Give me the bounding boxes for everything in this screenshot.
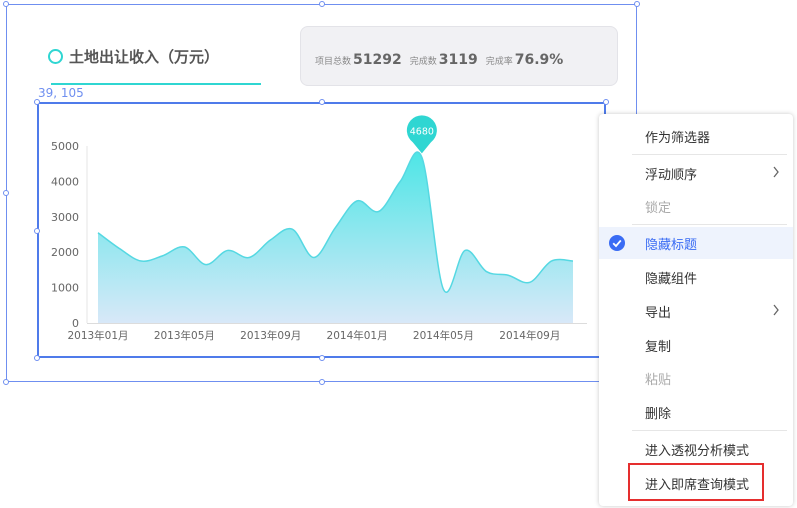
chart-handle-bottom-left[interactable] <box>34 355 40 361</box>
x-tick-label: 2013年09月 <box>240 329 301 342</box>
resize-handle-top[interactable] <box>319 1 325 7</box>
data-point[interactable] <box>571 259 575 263</box>
menu-item-copy[interactable]: 复制 <box>599 329 793 361</box>
data-point[interactable] <box>334 225 338 229</box>
data-point[interactable] <box>463 248 467 252</box>
data-point[interactable] <box>420 155 424 159</box>
stat-total-label: 项目总数 <box>315 57 352 67</box>
data-point[interactable] <box>269 238 273 242</box>
menu-label-hide-component: 隐藏组件 <box>645 272 698 287</box>
stats-line: 项目总数 51292 完成数 3119 完成率 76.9% <box>315 49 571 68</box>
data-point[interactable] <box>528 280 532 284</box>
menu-item-paste[interactable]: 粘贴 <box>599 362 793 394</box>
data-point[interactable] <box>290 227 294 231</box>
menu-item-hide-component[interactable]: 隐藏组件 <box>599 261 793 293</box>
y-tick-label: 5000 <box>51 140 79 153</box>
stat-done-label: 完成数 <box>409 57 437 67</box>
stat-done-value: 3119 <box>438 52 478 68</box>
menu-item-hide-title[interactable]: 隐藏标题 <box>599 227 793 259</box>
data-point[interactable] <box>441 287 445 291</box>
data-point[interactable] <box>506 273 510 277</box>
menu-item-pivot-analysis-mode[interactable]: 进入透视分析模式 <box>599 433 793 465</box>
menu-label-float-order: 浮动顺序 <box>645 168 698 183</box>
x-tick-label: 2014年09月 <box>499 329 560 342</box>
chevron-right-icon <box>773 304 779 316</box>
y-tick-label: 4000 <box>51 175 79 188</box>
y-tick-label: 0 <box>72 317 79 330</box>
y-tick-label: 2000 <box>51 246 79 259</box>
x-tick-label: 2013年01月 <box>67 329 128 342</box>
menu-divider <box>632 224 787 225</box>
menu-label-use-as-filter: 作为筛选器 <box>645 131 711 146</box>
menu-label-lock: 锁定 <box>645 201 672 216</box>
menu-label-export: 导出 <box>645 306 672 321</box>
menu-divider <box>632 154 787 155</box>
title-circle-icon <box>48 49 63 64</box>
data-point[interactable] <box>182 245 186 249</box>
menu-label-paste: 粘贴 <box>645 373 672 388</box>
resize-handle-top-left[interactable] <box>3 1 9 7</box>
menu-label-hide-title: 隐藏标题 <box>645 238 698 253</box>
resize-handle-left[interactable] <box>3 190 9 196</box>
data-point[interactable] <box>247 256 251 260</box>
stat-rate-value: 76.9% <box>514 52 564 68</box>
data-point[interactable] <box>204 263 208 267</box>
resize-handle-top-right[interactable] <box>634 1 640 7</box>
chart-handle-bottom[interactable] <box>319 355 325 361</box>
highlight-annotation-box <box>628 463 764 501</box>
peak-value-label: 4680 <box>410 126 434 137</box>
resize-handle-bottom[interactable] <box>319 379 325 385</box>
area-chart: 0 1000 2000 3000 4000 5000 2013年01月 2013年05月 20… <box>51 115 587 342</box>
x-tick-label: 2014年01月 <box>327 329 388 342</box>
data-point[interactable] <box>161 254 165 258</box>
context-menu: 作为筛选器 浮动顺序 锁定 隐藏标题 隐藏组件 导出 复制 粘贴 删除 进入透视… <box>599 114 793 506</box>
menu-item-delete[interactable]: 删除 <box>599 396 793 428</box>
stat-total-value: 51292 <box>353 52 402 68</box>
resize-handle-bottom-left[interactable] <box>3 379 9 385</box>
menu-item-use-as-filter[interactable]: 作为筛选器 <box>599 120 793 152</box>
data-point[interactable] <box>398 179 402 183</box>
data-point[interactable] <box>118 247 122 251</box>
data-point[interactable] <box>226 248 230 252</box>
x-tick-label: 2013年05月 <box>154 329 215 342</box>
menu-label-copy: 复制 <box>645 340 672 355</box>
x-tick-label: 2014年05月 <box>413 329 474 342</box>
data-point[interactable] <box>549 259 553 263</box>
position-readout: 39, 105 <box>38 86 84 100</box>
chart-area <box>98 152 573 323</box>
menu-divider <box>632 430 787 431</box>
data-point[interactable] <box>355 199 359 203</box>
y-tick-label: 3000 <box>51 211 79 224</box>
menu-label-pivot-analysis-mode: 进入透视分析模式 <box>645 444 750 459</box>
title-underline <box>51 83 261 85</box>
menu-item-export[interactable]: 导出 <box>599 295 793 327</box>
chart-handle-top-right[interactable] <box>603 99 609 105</box>
data-point[interactable] <box>485 270 489 274</box>
stat-rate-label: 完成率 <box>485 57 513 67</box>
menu-item-float-order[interactable]: 浮动顺序 <box>599 157 793 189</box>
data-point[interactable] <box>312 256 316 260</box>
data-point[interactable] <box>96 231 100 235</box>
widget-title: 土地出让收入（万元） <box>69 48 220 66</box>
chevron-right-icon <box>773 166 779 178</box>
data-point[interactable] <box>377 209 381 213</box>
stats-card: 项目总数 51292 完成数 3119 完成率 76.9% <box>300 26 618 86</box>
y-tick-label: 1000 <box>51 282 79 295</box>
checkmark-icon <box>609 235 625 251</box>
data-point[interactable] <box>139 259 143 263</box>
menu-item-lock[interactable]: 锁定 <box>599 190 793 222</box>
menu-label-delete: 删除 <box>645 407 672 422</box>
